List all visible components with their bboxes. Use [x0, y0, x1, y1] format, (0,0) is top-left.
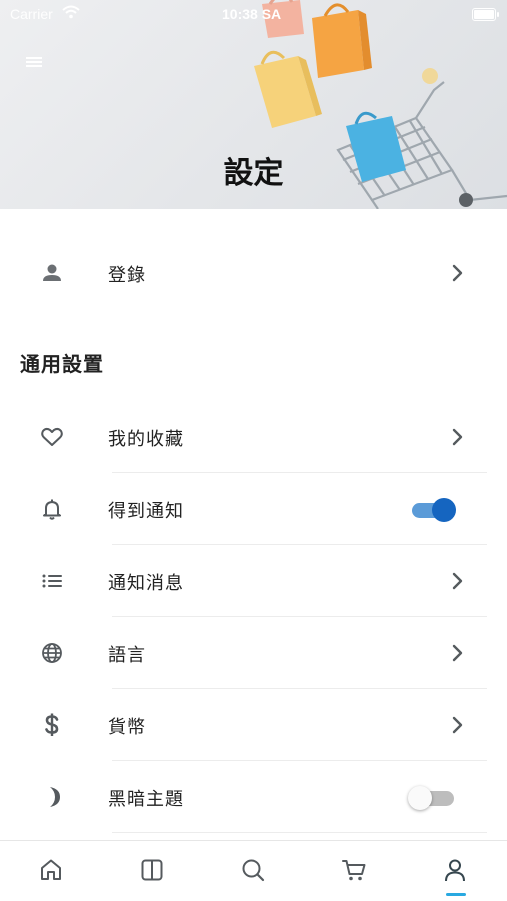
page-title: 設定: [223, 156, 284, 191]
chevron-right-icon: [452, 644, 463, 662]
header-banner: Carrier 10:38 SA 設定: [0, 0, 507, 209]
chevron-right-icon: [452, 716, 463, 734]
heart-icon: [38, 423, 66, 451]
cart-icon: [342, 860, 366, 881]
chevron-right-icon: [452, 264, 463, 282]
bell-icon: [38, 495, 66, 523]
status-time: 10:38 SA: [222, 6, 282, 22]
language-label: 語言: [108, 645, 146, 666]
carrier-label: Carrier: [10, 6, 53, 22]
tab-bar: [0, 840, 507, 901]
login-row[interactable]: 登錄: [0, 237, 507, 309]
tab-home[interactable]: [0, 841, 101, 901]
language-row[interactable]: 語言: [0, 617, 507, 689]
notifications-toggle-row: 得到通知: [0, 473, 507, 545]
notifications-toggle[interactable]: [410, 497, 458, 523]
chevron-right-icon: [452, 572, 463, 590]
tab-search[interactable]: [202, 841, 303, 901]
favorites-row[interactable]: 我的收藏: [0, 401, 507, 473]
catalog-icon: [141, 859, 163, 881]
favorites-label: 我的收藏: [108, 429, 184, 450]
dark-theme-row: 黑暗主題: [0, 761, 507, 833]
active-tab-indicator: [446, 893, 466, 896]
login-label: 登錄: [108, 265, 146, 286]
messages-row[interactable]: 通知消息: [0, 545, 507, 617]
home-icon: [41, 859, 61, 880]
person-icon: [38, 259, 66, 287]
tab-catalog[interactable]: [101, 841, 202, 901]
tab-profile[interactable]: [404, 841, 505, 901]
battery-icon: [472, 8, 499, 21]
messages-label: 通知消息: [108, 573, 184, 594]
dark-theme-toggle[interactable]: [408, 785, 458, 811]
status-bar: Carrier 10:38 SA: [0, 0, 507, 28]
currency-label: 貨幣: [108, 717, 146, 738]
moon-icon: [38, 783, 66, 811]
search-icon: [242, 859, 265, 882]
menu-icon[interactable]: [22, 50, 46, 74]
dark-theme-label: 黑暗主題: [108, 789, 184, 810]
list-icon: [38, 567, 66, 595]
currency-row[interactable]: 貨幣: [0, 689, 507, 761]
profile-icon: [445, 859, 465, 882]
notifications-label: 得到通知: [108, 501, 184, 522]
globe-icon: [38, 639, 66, 667]
chevron-right-icon: [452, 428, 463, 446]
tab-cart[interactable]: [303, 841, 404, 901]
wifi-icon: [62, 5, 80, 19]
dollar-icon: [38, 711, 66, 739]
section-title-general: 通用設置: [20, 352, 104, 376]
divider: [112, 832, 487, 833]
